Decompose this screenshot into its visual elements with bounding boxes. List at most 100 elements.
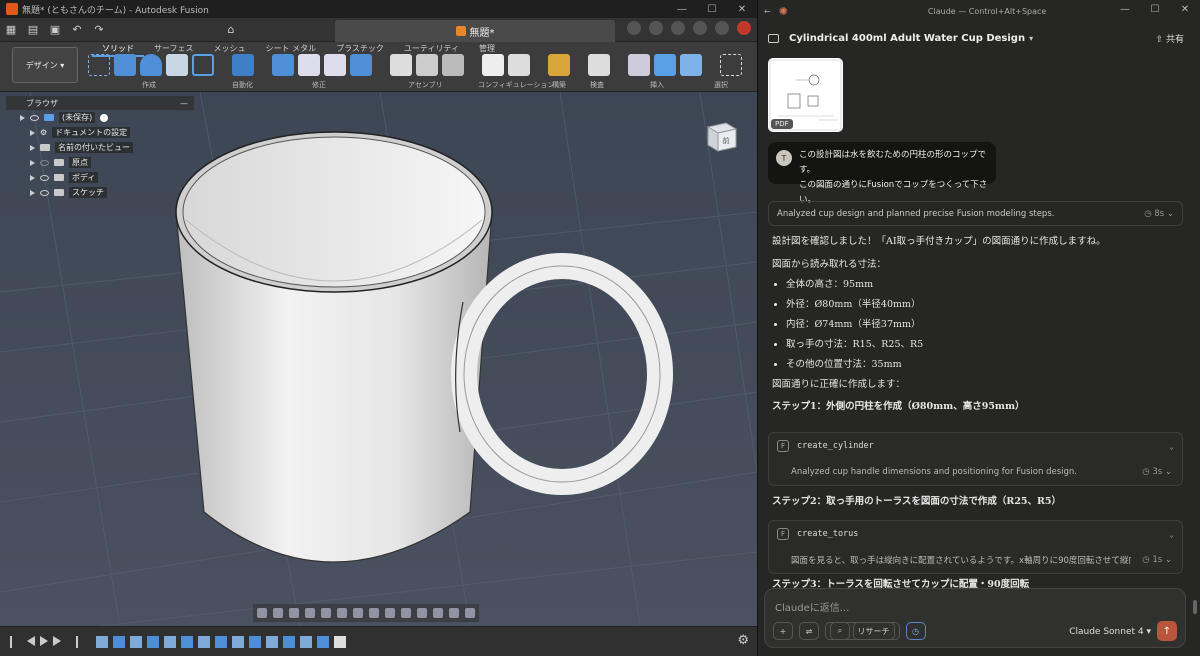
chevron-down-icon[interactable]: ⌄ xyxy=(1169,442,1174,451)
close-button[interactable]: ✕ xyxy=(727,0,757,18)
insert-image-icon[interactable] xyxy=(680,54,702,76)
undo-icon[interactable]: ↶ xyxy=(66,21,88,39)
tool-call-card[interactable]: Fcreate_torus ⌄ 図面を見ると、取っ手は縦向きに配置されているようで… xyxy=(768,520,1183,574)
add-tab-icon[interactable] xyxy=(627,21,641,35)
analysis-icon[interactable] xyxy=(465,608,475,618)
group-assembly[interactable]: アセンブリ xyxy=(408,80,443,90)
expand-icon[interactable] xyxy=(20,114,25,121)
go-to-start-icon[interactable] xyxy=(10,636,22,648)
construct-plane-icon[interactable] xyxy=(548,54,570,76)
redo-icon[interactable]: ↷ xyxy=(88,21,110,39)
step-forward-icon[interactable] xyxy=(53,636,61,646)
online-status-icon[interactable] xyxy=(649,21,663,35)
grid-settings-icon[interactable] xyxy=(353,608,363,618)
file-icon[interactable]: ▤ xyxy=(22,21,44,39)
back-icon[interactable]: ← xyxy=(764,7,771,16)
expand-icon[interactable] xyxy=(30,189,35,196)
group-create[interactable]: 作成 xyxy=(142,80,156,90)
section-icon[interactable] xyxy=(385,608,395,618)
browser-root[interactable]: (未保存) xyxy=(6,110,194,125)
user-avatar[interactable] xyxy=(737,21,751,35)
insert-link-icon[interactable] xyxy=(628,54,650,76)
timeline-feature-icon[interactable] xyxy=(164,636,176,648)
look-at-icon[interactable] xyxy=(273,608,283,618)
visibility-eye-icon[interactable] xyxy=(40,174,49,181)
help-icon[interactable] xyxy=(715,21,729,35)
minimize-button[interactable]: — xyxy=(667,0,697,18)
save-icon[interactable]: ▣ xyxy=(44,21,66,39)
hole-icon[interactable] xyxy=(166,54,188,76)
model-selector[interactable]: Claude Sonnet 4 ▾ xyxy=(1069,627,1151,637)
hidden-eye-icon[interactable] xyxy=(40,159,49,166)
timeline-feature-icon[interactable] xyxy=(300,636,312,648)
web-search-toggle-icon[interactable]: ◷ xyxy=(905,622,926,640)
activate-radio-icon[interactable] xyxy=(100,113,109,122)
workspace-dropdown[interactable]: デザイン ▾ xyxy=(12,47,78,83)
display-settings-icon[interactable] xyxy=(337,608,347,618)
timeline-settings-gear-icon[interactable]: ⚙ xyxy=(737,633,749,648)
collapse-icon[interactable]: — xyxy=(180,99,188,108)
joint-icon[interactable] xyxy=(416,54,438,76)
research-button[interactable]: ⌕ リサーチ xyxy=(825,622,900,640)
create-sketch-icon[interactable] xyxy=(88,54,110,76)
assembly-table-icon[interactable] xyxy=(442,54,464,76)
close-button[interactable]: ✕ xyxy=(1170,0,1200,18)
new-component-icon[interactable] xyxy=(390,54,412,76)
send-button[interactable]: ↑ xyxy=(1157,621,1177,641)
timeline-feature-icon[interactable] xyxy=(317,636,329,648)
view-right-icon[interactable] xyxy=(433,608,443,618)
fillet-icon[interactable] xyxy=(298,54,320,76)
zoom-icon[interactable] xyxy=(305,608,315,618)
group-insert[interactable]: 挿入 xyxy=(650,80,664,90)
automate-icon[interactable] xyxy=(232,54,254,76)
timeline-feature-icon[interactable] xyxy=(249,636,261,648)
group-inspect[interactable]: 検査 xyxy=(590,80,604,90)
fit-icon[interactable] xyxy=(321,608,331,618)
chevron-down-icon[interactable]: ▾ xyxy=(1029,34,1033,43)
pdf-attachment[interactable]: PDF xyxy=(768,58,843,132)
chevron-down-icon[interactable]: ⌄ xyxy=(1169,530,1174,539)
select-icon[interactable] xyxy=(720,54,742,76)
viewports-icon[interactable] xyxy=(369,608,379,618)
visibility-eye-icon[interactable] xyxy=(30,114,39,121)
browser-item[interactable]: ⚙ ドキュメントの設定 xyxy=(6,125,194,140)
home-icon[interactable]: ⌂ xyxy=(220,21,242,39)
document-tab[interactable]: 無題* xyxy=(335,20,615,42)
browser-header[interactable]: ブラウザ — xyxy=(6,96,194,110)
job-status-icon[interactable] xyxy=(671,21,685,35)
timeline-feature-icon[interactable] xyxy=(266,636,278,648)
insert-plus-icon[interactable] xyxy=(654,54,676,76)
view-top-icon[interactable] xyxy=(417,608,427,618)
maximize-button[interactable]: ☐ xyxy=(1140,0,1170,18)
orbit-icon[interactable] xyxy=(257,608,267,618)
expand-icon[interactable] xyxy=(30,144,35,151)
play-icon[interactable] xyxy=(40,636,48,646)
timeline-feature-icon[interactable] xyxy=(130,636,142,648)
measure-icon[interactable] xyxy=(588,54,610,76)
scrollbar[interactable] xyxy=(1193,600,1197,614)
group-configuration[interactable]: コンフィギュレーション xyxy=(478,80,554,90)
pan-icon[interactable] xyxy=(289,608,299,618)
timeline-feature-icon[interactable] xyxy=(147,636,159,648)
chamfer-icon[interactable] xyxy=(324,54,346,76)
timeline-feature-icon[interactable] xyxy=(334,636,346,648)
notifications-icon[interactable] xyxy=(693,21,707,35)
timeline-feature-icon[interactable] xyxy=(215,636,227,648)
message-input[interactable]: Claudeに返信... + ⇌ ⌕ リサーチ ◷ Claude Sonnet … xyxy=(764,588,1186,648)
group-automate[interactable]: 自動化 xyxy=(232,80,253,90)
group-select[interactable]: 選択 xyxy=(714,80,728,90)
browser-item[interactable]: ボディ xyxy=(6,170,194,185)
revolve-icon[interactable] xyxy=(140,54,162,76)
joint-display-icon[interactable] xyxy=(449,608,459,618)
browser-item[interactable]: スケッチ xyxy=(6,185,194,200)
minimize-button[interactable]: — xyxy=(1110,0,1140,18)
cup-model[interactable] xyxy=(175,131,673,563)
pattern-icon[interactable] xyxy=(192,54,214,76)
thinking-summary[interactable]: Analyzed cup design and planned precise … xyxy=(768,201,1183,226)
timeline-feature-icon[interactable] xyxy=(96,636,108,648)
visibility-eye-icon[interactable] xyxy=(40,189,49,196)
share-button[interactable]: ⇧ 共有 xyxy=(1156,32,1184,45)
browser-item[interactable]: 名前の付いたビュー xyxy=(6,140,194,155)
timeline-feature-icon[interactable] xyxy=(232,636,244,648)
config-table-icon[interactable] xyxy=(508,54,530,76)
